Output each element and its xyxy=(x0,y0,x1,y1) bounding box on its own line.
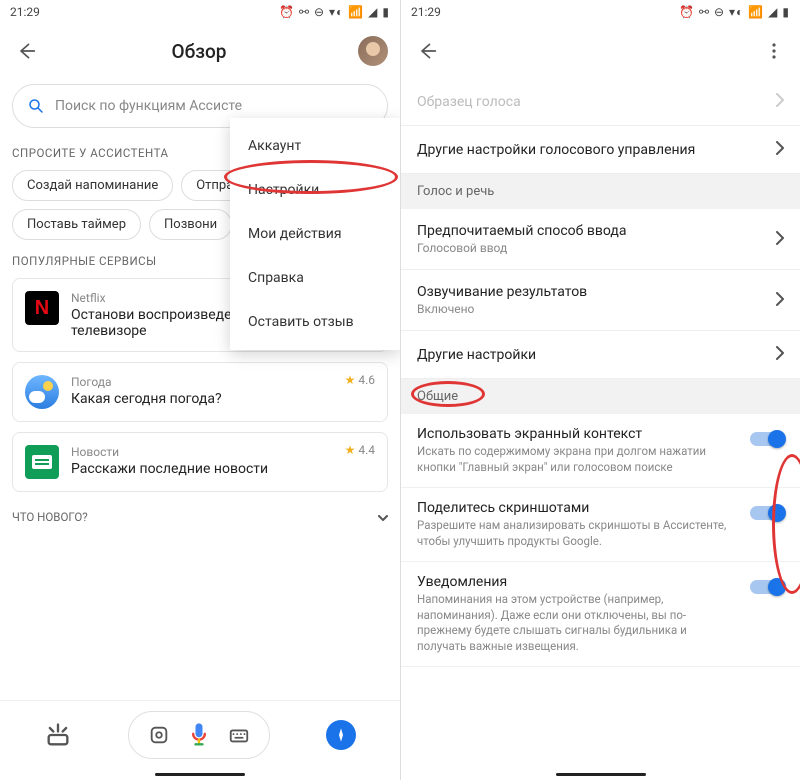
mic-button[interactable] xyxy=(179,715,219,755)
explore-button[interactable] xyxy=(326,720,356,750)
section-voice-and-speech: Голос и речь xyxy=(401,174,800,209)
toggle-notifications[interactable]: Уведомления Напоминания на этом устройст… xyxy=(401,562,800,667)
item-preferred-input[interactable]: Предпочитаемый способ ввода Голосовой вв… xyxy=(401,209,800,270)
toggle-switch[interactable] xyxy=(750,430,784,448)
menu-account[interactable]: Аккаунт xyxy=(230,124,400,168)
center-input-controls xyxy=(128,711,270,759)
section-general: Общие xyxy=(401,379,800,414)
toggle-switch[interactable] xyxy=(750,504,784,522)
nav-handle[interactable] xyxy=(401,768,800,780)
more-button[interactable] xyxy=(760,37,788,65)
right-phone-screen: 21:29 ⏰ ⚯ ⊖ ▾◐ 📶 ◢ ▮ Образец голоса Друг… xyxy=(400,0,800,780)
card-rating: ★4.6 xyxy=(345,373,375,387)
card-rating: ★4.4 xyxy=(345,443,375,457)
star-icon: ★ xyxy=(345,443,356,457)
chevron-right-icon xyxy=(776,92,784,111)
account-menu: Аккаунт Настройки Мои действия Справка О… xyxy=(230,118,400,350)
status-icons: ⏰ ⚯ ⊖ ▾◐ 📶 ◢ ▮ xyxy=(279,5,390,19)
card-weather[interactable]: Погода Какая сегодня погода? ★4.6 xyxy=(12,362,388,422)
compass-icon xyxy=(333,727,349,743)
section-general-label: Общие xyxy=(417,389,458,404)
chevron-down-icon[interactable] xyxy=(378,510,388,524)
arrow-left-icon xyxy=(417,41,437,61)
section-whats-new: ЧТО НОВОГО? xyxy=(12,510,388,524)
star-icon: ★ xyxy=(345,373,356,387)
netflix-icon: N xyxy=(25,291,59,325)
status-time: 21:29 xyxy=(411,5,441,19)
chip-set-timer[interactable]: Поставь таймер xyxy=(12,209,141,240)
card-category: Новости xyxy=(71,445,375,459)
card-title: Расскажи последние новости xyxy=(71,461,375,477)
menu-my-activity[interactable]: Мои действия xyxy=(230,212,400,256)
card-title: Какая сегодня погода? xyxy=(71,391,375,407)
item-other-voice-settings[interactable]: Другие настройки голосового управления xyxy=(401,126,800,174)
bottom-bar xyxy=(0,700,400,768)
menu-settings[interactable]: Настройки xyxy=(230,168,400,212)
left-phone-screen: 21:29 ⏰ ⚯ ⊖ ▾◐ 📶 ◢ ▮ Обзор Поиск по функ… xyxy=(0,0,400,780)
chevron-right-icon xyxy=(776,291,784,310)
news-icon xyxy=(25,445,59,479)
snapshot-icon[interactable] xyxy=(44,721,72,749)
header: Обзор xyxy=(0,24,400,78)
menu-help[interactable]: Справка xyxy=(230,256,400,300)
page-title: Обзор xyxy=(40,40,358,63)
status-bar: 21:29 ⏰ ⚯ ⊖ ▾◐ 📶 ◢ ▮ xyxy=(401,0,800,24)
item-other-settings[interactable]: Другие настройки xyxy=(401,331,800,379)
weather-icon xyxy=(25,375,59,409)
chevron-right-icon xyxy=(776,230,784,249)
avatar[interactable] xyxy=(358,36,388,66)
nav-handle[interactable] xyxy=(0,768,400,780)
section-popular-label: ПОПУЛЯРНЫЕ СЕРВИСЫ xyxy=(12,254,157,268)
chip-create-reminder[interactable]: Создай напоминание xyxy=(12,170,173,201)
item-speech-output[interactable]: Озвучивание результатов Включено xyxy=(401,270,800,331)
search-placeholder: Поиск по функциям Ассисте xyxy=(55,98,242,114)
back-button[interactable] xyxy=(12,37,40,65)
lens-button[interactable] xyxy=(139,715,179,755)
back-button[interactable] xyxy=(413,37,441,65)
card-news[interactable]: Новости Расскажи последние новости ★4.4 xyxy=(12,432,388,492)
status-icons: ⏰ ⚯ ⊖ ▾◐ 📶 ◢ ▮ xyxy=(679,5,790,19)
menu-feedback[interactable]: Оставить отзыв xyxy=(230,300,400,344)
card-category: Погода xyxy=(71,375,375,389)
item-voice-sample: Образец голоса xyxy=(401,78,800,126)
header xyxy=(401,24,800,78)
status-time: 21:29 xyxy=(10,5,40,19)
keyboard-button[interactable] xyxy=(219,715,259,755)
right-body: Образец голоса Другие настройки голосово… xyxy=(401,78,800,768)
chevron-right-icon xyxy=(776,140,784,159)
arrow-left-icon xyxy=(16,41,36,61)
chip-call[interactable]: Позвони xyxy=(149,209,232,240)
status-bar: 21:29 ⏰ ⚯ ⊖ ▾◐ 📶 ◢ ▮ xyxy=(0,0,400,24)
whats-new-label: ЧТО НОВОГО? xyxy=(12,510,88,524)
toggle-screen-context[interactable]: Использовать экранный контекст Искать по… xyxy=(401,414,800,488)
chevron-right-icon xyxy=(776,345,784,364)
search-icon xyxy=(27,97,45,115)
toggle-share-screenshots[interactable]: Поделитесь скриншотами Разрешите нам ана… xyxy=(401,488,800,562)
left-body: Поиск по функциям Ассисте СПРОСИТЕ У АСС… xyxy=(0,78,400,700)
toggle-switch[interactable] xyxy=(750,578,784,596)
more-vert-icon xyxy=(772,43,776,59)
